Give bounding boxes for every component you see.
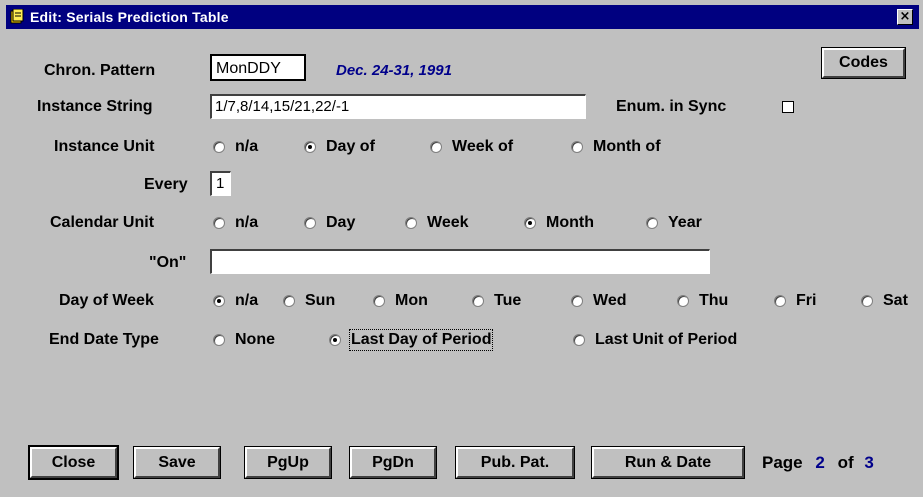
- radio-label: Day of: [326, 138, 375, 155]
- radio-label: Mon: [395, 292, 428, 309]
- pgup-button[interactable]: PgUp: [244, 446, 332, 479]
- page-total: 3: [864, 453, 874, 472]
- radio-label: Last Unit of Period: [595, 331, 738, 348]
- calendar-unit-radio-n-a[interactable]: n/a: [213, 213, 258, 233]
- radio-label: Sat: [883, 292, 908, 309]
- enum-in-sync-label: Enum. in Sync: [616, 98, 727, 115]
- radio-dot-icon: [213, 334, 225, 346]
- close-button[interactable]: Close: [28, 445, 119, 480]
- run-date-button[interactable]: Run & Date: [591, 446, 745, 479]
- pgdn-button[interactable]: PgDn: [349, 446, 437, 479]
- day-of-week-radio-sun[interactable]: Sun: [283, 291, 335, 311]
- codes-button[interactable]: Codes: [821, 47, 906, 79]
- radio-dot-icon: [213, 217, 225, 229]
- calendar-unit-radio-year[interactable]: Year: [646, 213, 702, 233]
- radio-dot-icon: [774, 295, 786, 307]
- save-button[interactable]: Save: [133, 446, 221, 479]
- day-of-week-radio-mon[interactable]: Mon: [373, 291, 428, 311]
- end-date-type-label: End Date Type: [49, 331, 159, 348]
- page-indicator: Page 2 of 3: [762, 453, 874, 473]
- instance-unit-radio-day-of[interactable]: Day of: [304, 137, 375, 157]
- end-date-type-radio-last-day-of-period[interactable]: Last Day of Period: [329, 329, 494, 351]
- radio-dot-icon: [646, 217, 658, 229]
- radio-dot-icon: [283, 295, 295, 307]
- day-of-week-radio-thu[interactable]: Thu: [677, 291, 728, 311]
- radio-dot-icon: [213, 295, 225, 307]
- day-of-week-radio-tue[interactable]: Tue: [472, 291, 521, 311]
- radio-dot-icon: [861, 295, 873, 307]
- chron-pattern-label: Chron. Pattern: [44, 62, 156, 79]
- every-field[interactable]: 1: [210, 171, 231, 196]
- window-title: Edit: Serials Prediction Table: [30, 9, 229, 25]
- radio-label: Week: [427, 214, 469, 231]
- day-of-week-radio-n-a[interactable]: n/a: [213, 291, 258, 311]
- on-label: "On": [149, 254, 187, 271]
- instance-unit-radio-month-of[interactable]: Month of: [571, 137, 661, 157]
- page-current: 2: [815, 453, 825, 472]
- radio-dot-icon: [524, 217, 536, 229]
- enum-in-sync-checkbox[interactable]: [782, 101, 794, 113]
- radio-label: Month: [546, 214, 594, 231]
- calendar-unit-label: Calendar Unit: [50, 214, 155, 231]
- calendar-unit-radio-day[interactable]: Day: [304, 213, 355, 233]
- every-label: Every: [144, 176, 188, 193]
- radio-dot-icon: [472, 295, 484, 307]
- radio-dot-icon: [213, 141, 225, 153]
- title-bar[interactable]: Edit: Serials Prediction Table ×: [6, 5, 919, 29]
- instance-string-field[interactable]: 1/7,8/14,15/21,22/-1: [210, 94, 586, 119]
- end-date-type-radio-none[interactable]: None: [213, 330, 275, 350]
- calendar-unit-radio-week[interactable]: Week: [405, 213, 469, 233]
- radio-dot-icon: [430, 141, 442, 153]
- radio-dot-icon: [571, 141, 583, 153]
- radio-label: Sun: [305, 292, 336, 309]
- radio-label: n/a: [235, 214, 259, 231]
- radio-label: Thu: [699, 292, 729, 309]
- day-of-week-label: Day of Week: [59, 292, 154, 309]
- radio-label: Wed: [593, 292, 627, 309]
- calendar-unit-radio-month[interactable]: Month: [524, 213, 594, 233]
- radio-label: Year: [668, 214, 702, 231]
- day-of-week-radio-sat[interactable]: Sat: [861, 291, 908, 311]
- radio-dot-icon: [329, 334, 341, 346]
- close-window-icon[interactable]: ×: [897, 9, 913, 25]
- radio-dot-icon: [304, 217, 316, 229]
- radio-dot-icon: [405, 217, 417, 229]
- instance-unit-radio-n-a[interactable]: n/a: [213, 137, 258, 157]
- radio-label: Day: [326, 214, 356, 231]
- chron-date-text: Dec. 24-31, 1991: [336, 62, 452, 79]
- radio-dot-icon: [304, 141, 316, 153]
- radio-label: Month of: [593, 138, 661, 155]
- radio-label: Tue: [494, 292, 522, 309]
- chron-pattern-field[interactable]: MonDDY: [210, 54, 306, 81]
- instance-unit-radio-week-of[interactable]: Week of: [430, 137, 513, 157]
- pub-pat-button[interactable]: Pub. Pat.: [455, 446, 575, 479]
- page-label: Page: [762, 453, 803, 472]
- day-of-week-radio-wed[interactable]: Wed: [571, 291, 626, 311]
- instance-string-label: Instance String: [37, 98, 153, 115]
- radio-dot-icon: [677, 295, 689, 307]
- radio-dot-icon: [573, 334, 585, 346]
- radio-label: Week of: [452, 138, 514, 155]
- end-date-type-radio-last-unit-of-period[interactable]: Last Unit of Period: [573, 330, 737, 350]
- day-of-week-radio-fri[interactable]: Fri: [774, 291, 816, 311]
- radio-label: None: [235, 331, 275, 348]
- radio-label: Fri: [796, 292, 817, 309]
- app-icon: [10, 9, 24, 24]
- page-of-label: of: [837, 453, 854, 472]
- radio-dot-icon: [373, 295, 385, 307]
- instance-unit-label: Instance Unit: [54, 138, 155, 155]
- dialog-window: Edit: Serials Prediction Table × Chron. …: [0, 0, 923, 497]
- on-field[interactable]: [210, 249, 710, 274]
- radio-label: Last Day of Period: [348, 329, 494, 351]
- radio-dot-icon: [571, 295, 583, 307]
- radio-label: n/a: [235, 138, 259, 155]
- radio-label: n/a: [235, 292, 259, 309]
